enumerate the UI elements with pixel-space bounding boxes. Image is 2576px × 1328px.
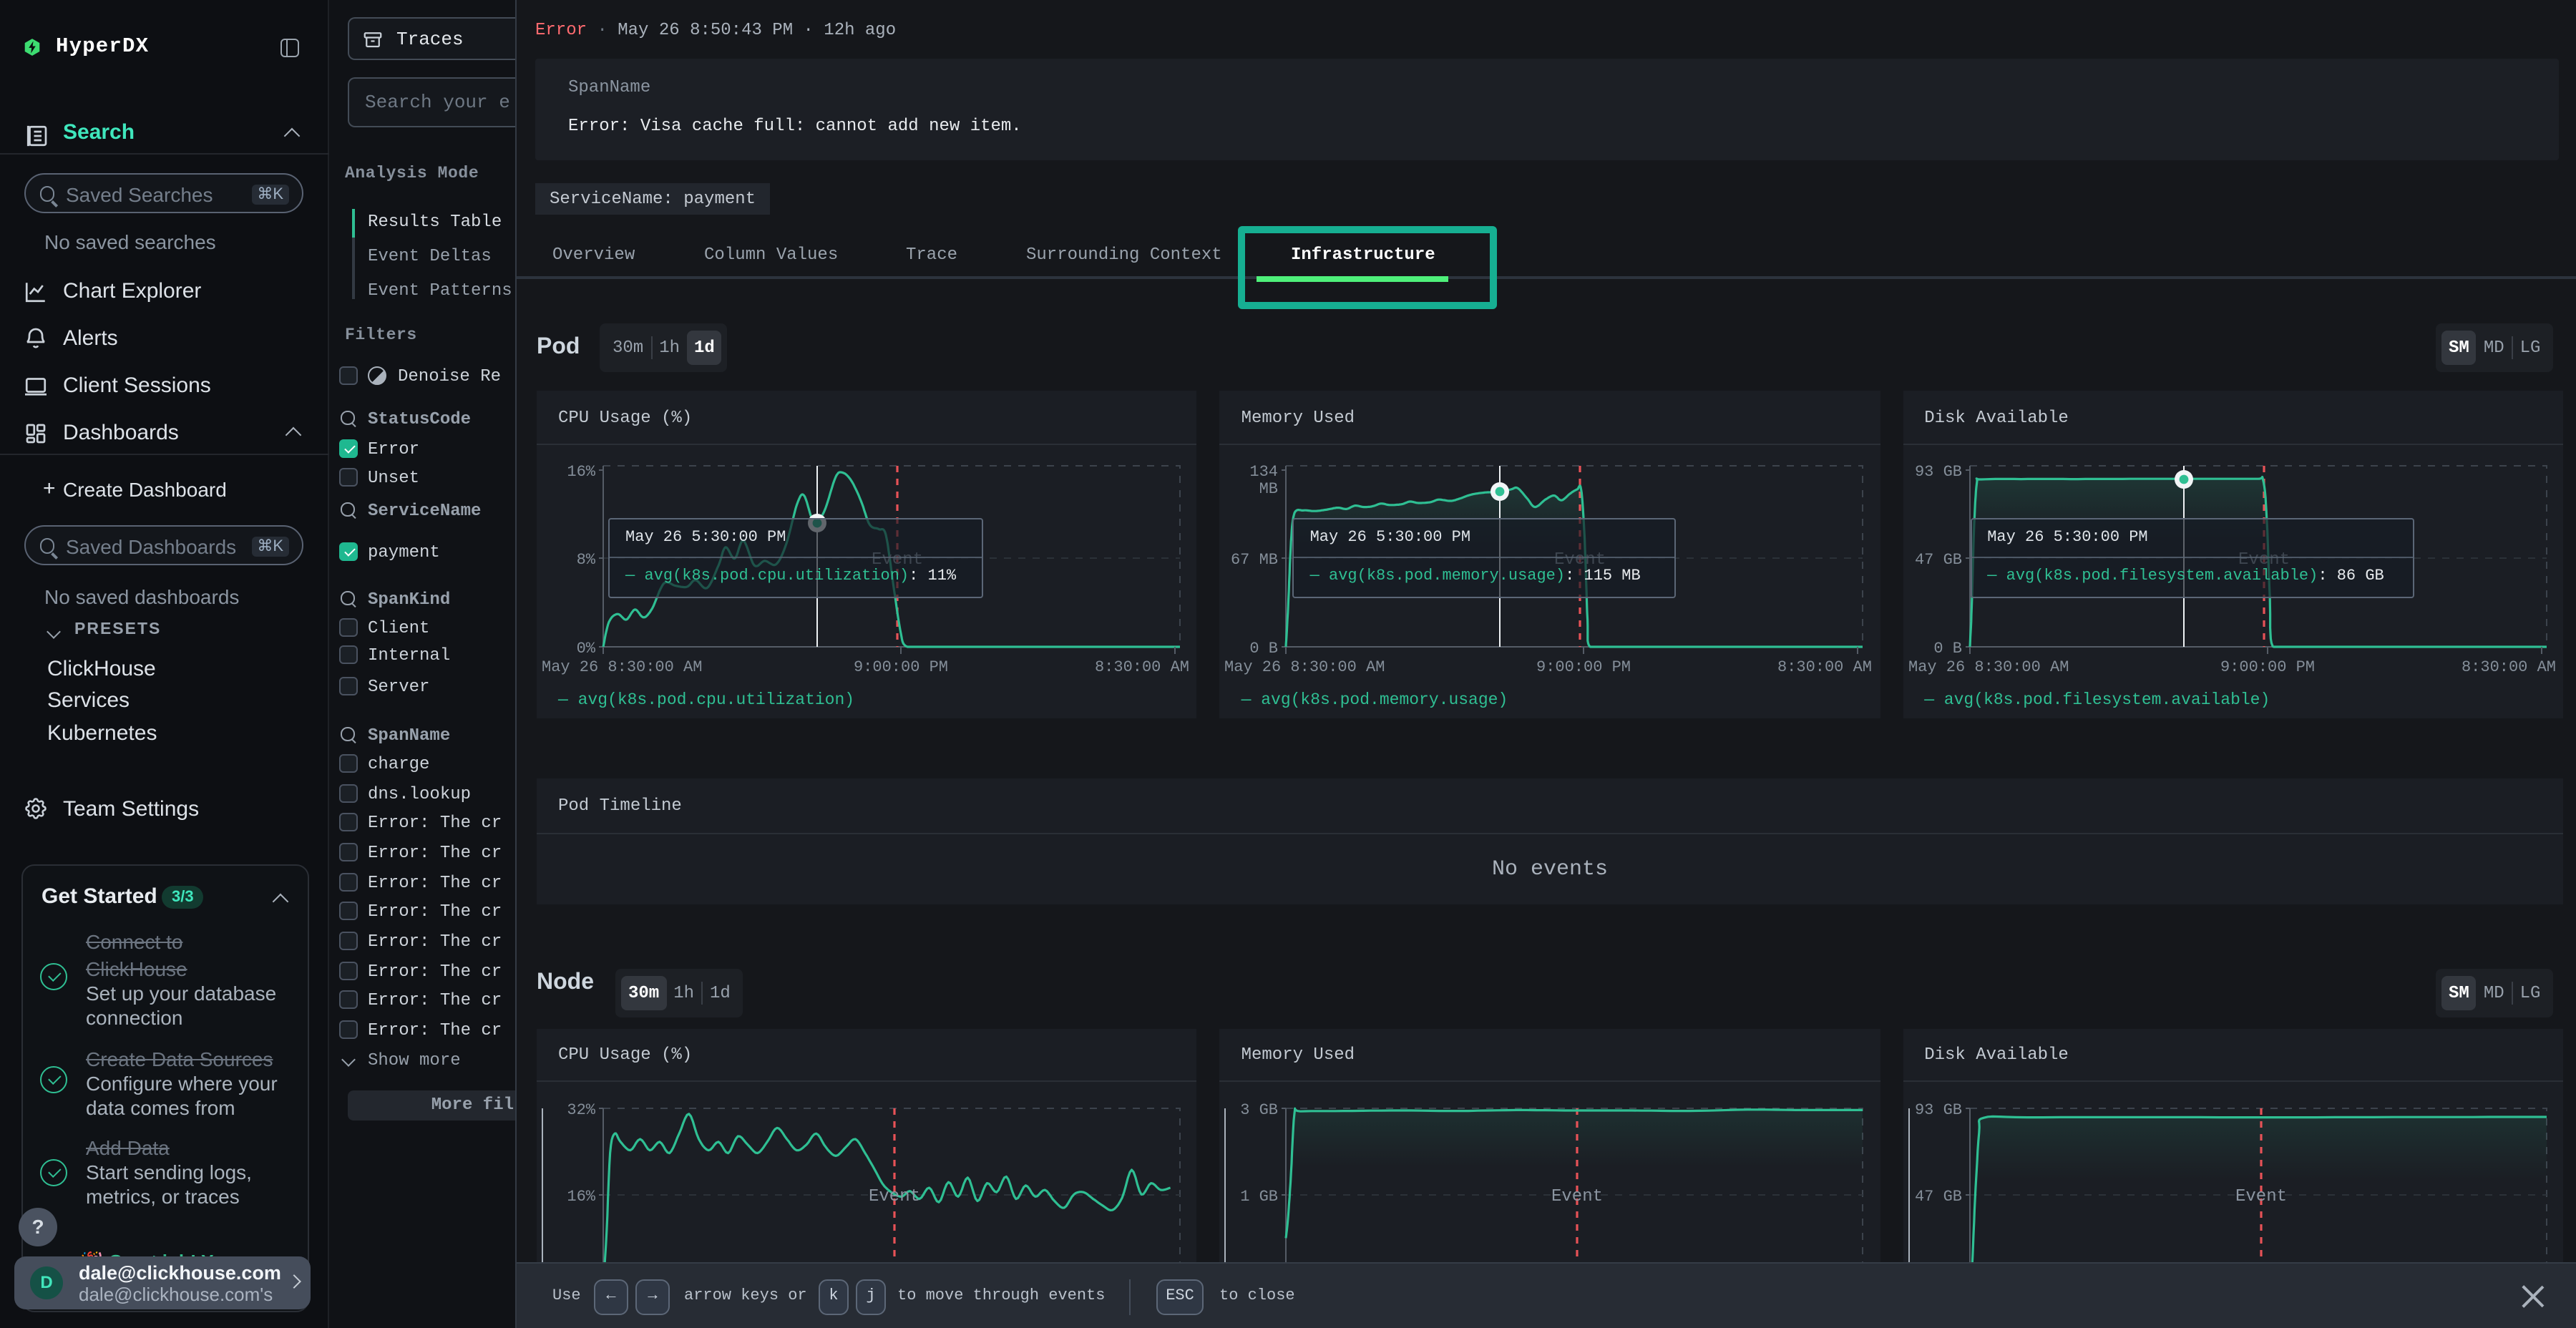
- svg-text:16%: 16%: [567, 1187, 595, 1205]
- svg-text:93 GB: 93 GB: [1914, 1100, 1961, 1118]
- svg-text:1 GB: 1 GB: [1241, 1187, 1279, 1205]
- svg-text:Event: Event: [869, 1186, 920, 1206]
- svg-text:3 GB: 3 GB: [1241, 1100, 1279, 1118]
- svg-text:Event: Event: [1552, 1186, 1604, 1206]
- svg-text:Event: Event: [2235, 1186, 2286, 1206]
- svg-text:47 GB: 47 GB: [1914, 1187, 1961, 1205]
- svg-text:32%: 32%: [567, 1100, 595, 1118]
